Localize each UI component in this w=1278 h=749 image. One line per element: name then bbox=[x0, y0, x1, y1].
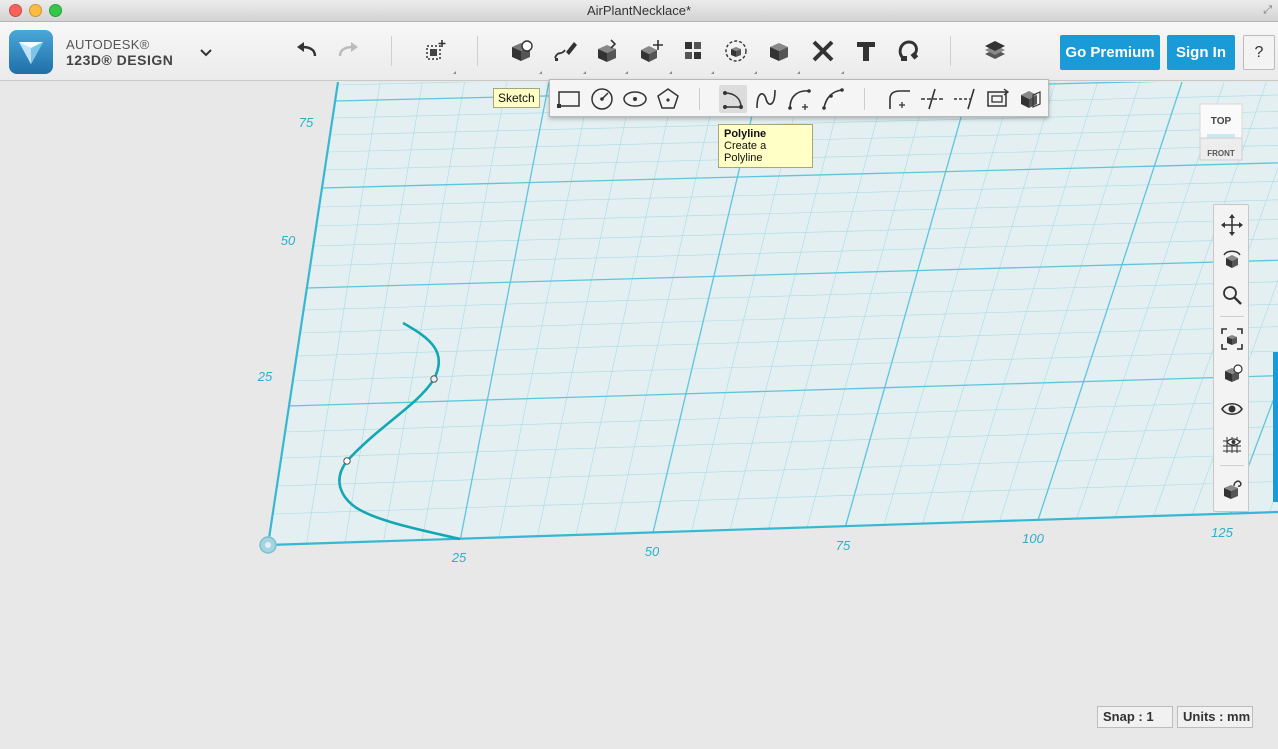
units-status[interactable]: Units : mm bbox=[1177, 706, 1253, 728]
trim-icon[interactable] bbox=[918, 85, 946, 113]
sketch-tooltip: Sketch bbox=[493, 88, 540, 108]
two-point-arc-icon[interactable] bbox=[786, 85, 814, 113]
app-logo[interactable] bbox=[9, 30, 53, 74]
offset-icon[interactable] bbox=[984, 85, 1012, 113]
pattern-caret[interactable] bbox=[711, 71, 714, 74]
polyline-icon[interactable] bbox=[719, 85, 747, 113]
toolbar-divider bbox=[950, 36, 951, 66]
three-point-arc-icon[interactable] bbox=[819, 85, 847, 113]
sketch-rectangle-icon[interactable] bbox=[555, 85, 583, 113]
pattern-icon[interactable] bbox=[678, 36, 708, 66]
transform-icon[interactable] bbox=[420, 36, 450, 66]
modify-icon[interactable] bbox=[636, 36, 666, 66]
construct-icon[interactable] bbox=[592, 36, 622, 66]
pan-icon[interactable] bbox=[1218, 211, 1246, 239]
construct-caret[interactable] bbox=[625, 71, 628, 74]
grid-visibility-icon[interactable] bbox=[1218, 430, 1246, 458]
help-button[interactable]: ? bbox=[1243, 35, 1275, 70]
grid-canvas: 25 50 75 100 125 25 50 75 bbox=[257, 62, 1278, 565]
polyline-tooltip: Polyline Create a Polyline bbox=[718, 124, 813, 168]
sign-in-button[interactable]: Sign In bbox=[1167, 35, 1235, 70]
fullscreen-icon[interactable]: ⤢ bbox=[1263, 4, 1272, 17]
extend-icon[interactable] bbox=[951, 85, 979, 113]
x-axis-label: 25 bbox=[451, 550, 467, 565]
viewport-canvas[interactable]: 25 50 75 100 125 25 50 75 bbox=[0, 62, 1278, 749]
navigation-bar bbox=[1213, 204, 1249, 512]
toolbar-divider bbox=[391, 36, 392, 66]
material-view-icon[interactable] bbox=[1218, 475, 1246, 503]
zoom-window-button[interactable] bbox=[49, 4, 62, 17]
orbit-icon[interactable] bbox=[1218, 246, 1246, 274]
brand-autodesk: AUTODESK® bbox=[66, 37, 150, 52]
sketch-ellipse-icon[interactable] bbox=[621, 85, 649, 113]
measure-icon[interactable] bbox=[808, 36, 838, 66]
minimize-window-button[interactable] bbox=[29, 4, 42, 17]
subtoolbar-divider bbox=[864, 88, 865, 110]
spline-icon[interactable] bbox=[752, 85, 780, 113]
viewcube-front-label[interactable]: FRONT bbox=[1207, 149, 1235, 158]
side-panel-tab[interactable] bbox=[1273, 352, 1278, 502]
y-axis-label: 75 bbox=[299, 115, 314, 130]
y-axis-label: 25 bbox=[257, 369, 273, 384]
tooltip-description: Create a Polyline bbox=[724, 140, 767, 164]
x-axis-label: 125 bbox=[1211, 525, 1233, 540]
fit-icon[interactable] bbox=[1218, 325, 1246, 353]
toolbar-divider bbox=[477, 36, 478, 66]
main-toolbar: AUTODESK® 123D® DESIGN Go Premium Sign I… bbox=[0, 22, 1278, 81]
navbar-divider bbox=[1220, 316, 1244, 317]
y-axis-label: 50 bbox=[281, 233, 296, 248]
visibility-icon[interactable] bbox=[1218, 395, 1246, 423]
view-cube[interactable]: TOP FRONT bbox=[1197, 100, 1245, 164]
fillet-icon[interactable] bbox=[885, 85, 913, 113]
sketch-polygon-icon[interactable] bbox=[654, 85, 682, 113]
redo-icon[interactable] bbox=[333, 36, 363, 66]
combine-caret[interactable] bbox=[797, 71, 800, 74]
grouping-icon[interactable] bbox=[721, 36, 751, 66]
material-icon[interactable] bbox=[980, 36, 1010, 66]
snap-icon[interactable] bbox=[893, 36, 923, 66]
chevron-down-icon[interactable] bbox=[197, 44, 215, 60]
combine-icon[interactable] bbox=[764, 36, 794, 66]
sketch-subtoolbar bbox=[549, 79, 1049, 117]
sketch-caret[interactable] bbox=[583, 71, 586, 74]
viewcube-top-label[interactable]: TOP bbox=[1211, 116, 1232, 127]
home-view-icon[interactable] bbox=[1218, 360, 1246, 388]
x-axis-label: 100 bbox=[1022, 531, 1044, 546]
zoom-icon[interactable] bbox=[1218, 281, 1246, 309]
window-title: AirPlantNecklace* bbox=[586, 3, 692, 18]
x-axis-label: 50 bbox=[645, 544, 660, 559]
text-icon[interactable] bbox=[851, 36, 881, 66]
grouping-caret[interactable] bbox=[754, 71, 757, 74]
undo-icon[interactable] bbox=[292, 36, 322, 66]
brand-product: 123D® DESIGN bbox=[66, 52, 174, 68]
measure-caret[interactable] bbox=[841, 71, 844, 74]
transform-caret[interactable] bbox=[453, 71, 456, 74]
title-bar: AirPlantNecklace* ⤢ bbox=[0, 0, 1278, 22]
project-icon[interactable] bbox=[1017, 85, 1045, 113]
x-axis-label: 75 bbox=[836, 538, 851, 553]
go-premium-button[interactable]: Go Premium bbox=[1060, 35, 1160, 70]
navbar-divider bbox=[1220, 465, 1244, 466]
close-window-button[interactable] bbox=[9, 4, 22, 17]
primitives-icon[interactable] bbox=[506, 36, 536, 66]
subtoolbar-divider bbox=[699, 88, 700, 110]
modify-caret[interactable] bbox=[669, 71, 672, 74]
sketch-circle-icon[interactable] bbox=[588, 85, 616, 113]
tooltip-title: Polyline bbox=[724, 128, 767, 140]
sketch-icon[interactable] bbox=[550, 36, 580, 66]
snap-status[interactable]: Snap : 1 bbox=[1097, 706, 1173, 728]
curve-vertex[interactable] bbox=[343, 457, 351, 465]
curve-vertex[interactable] bbox=[430, 375, 438, 383]
primitives-caret[interactable] bbox=[539, 71, 542, 74]
